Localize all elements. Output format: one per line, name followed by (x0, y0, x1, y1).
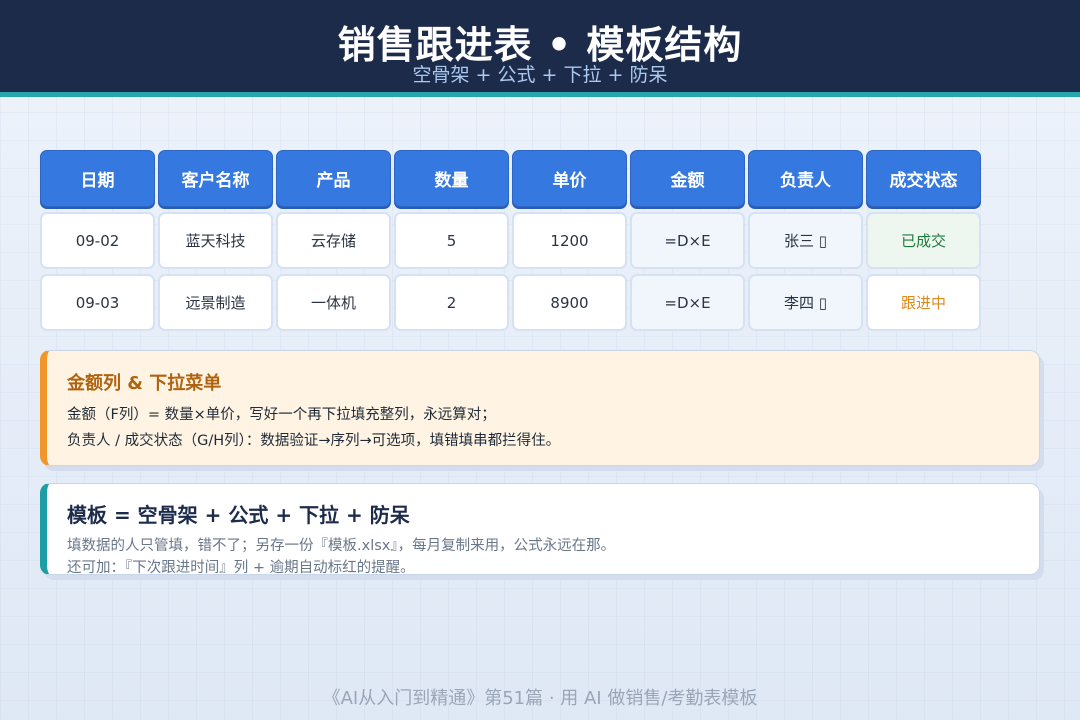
dropdown-note-card: 金额列 & 下拉菜单 金额（F列）= 数量×单价，写好一个再下拉填充整列，永远算… (40, 350, 1040, 466)
table-cell-amount-formula[interactable]: =D×E (630, 212, 745, 269)
table-cell-customer[interactable]: 蓝天科技 (158, 212, 273, 269)
col-header-status: 成交状态 (866, 150, 981, 207)
table-cell-unit-price[interactable]: 1200 (512, 212, 627, 269)
template-note-card: 模板 = 空骨架 + 公式 + 下拉 + 防呆 填数据的人只管填，错不了；另存一… (40, 483, 1040, 576)
table-cell-customer[interactable]: 远景制造 (158, 274, 273, 331)
template-note-line-save: 填数据的人只管填，错不了；另存一份『模板.xlsx』，每月复制来用，公式永远在那… (67, 538, 616, 554)
table-cell-status-dropdown[interactable]: 跟进中 (866, 274, 981, 331)
col-header-date: 日期 (40, 150, 155, 207)
table-cell-status-dropdown[interactable]: 已成交 (866, 212, 981, 269)
table-cell-unit-price[interactable]: 8900 (512, 274, 627, 331)
template-note-title: 模板 = 空骨架 + 公式 + 下拉 + 防呆 (67, 503, 410, 527)
dropdown-note-line-validation: 负责人 / 成交状态（G/H列）：数据验证→序列→可选项，填错填串都拦得住。 (67, 433, 561, 449)
col-header-amount: 金额 (630, 150, 745, 207)
table-cell-quantity[interactable]: 2 (394, 274, 509, 331)
page-header: 销售跟进表 • 模板结构 空骨架 + 公式 + 下拉 + 防呆 (0, 0, 1080, 97)
footer-caption: 《AI从入门到精通》第51篇 · 用 AI 做销售/考勤表模板 (322, 688, 758, 709)
page-subtitle: 空骨架 + 公式 + 下拉 + 防呆 (412, 64, 668, 86)
table-cell-date[interactable]: 09-02 (40, 212, 155, 269)
table-cell-date[interactable]: 09-03 (40, 274, 155, 331)
table-cell-owner-dropdown[interactable]: 李四 ▯ (748, 274, 863, 331)
col-header-product: 产品 (276, 150, 391, 207)
table-cell-owner-dropdown[interactable]: 张三 ▯ (748, 212, 863, 269)
table-cell-quantity[interactable]: 5 (394, 212, 509, 269)
dropdown-note-line-amount: 金额（F列）= 数量×单价，写好一个再下拉填充整列，永远算对； (67, 407, 496, 423)
col-header-unit-price: 单价 (512, 150, 627, 207)
table-cell-amount-formula[interactable]: =D×E (630, 274, 745, 331)
col-header-owner: 负责人 (748, 150, 863, 207)
dropdown-note-title: 金额列 & 下拉菜单 (67, 373, 222, 394)
col-header-quantity: 数量 (394, 150, 509, 207)
template-note-line-extra: 还可加：『下次跟进时间』列 + 逾期自动标红的提醒。 (67, 560, 415, 576)
table-cell-product[interactable]: 一体机 (276, 274, 391, 331)
col-header-customer: 客户名称 (158, 150, 273, 207)
table-cell-product[interactable]: 云存储 (276, 212, 391, 269)
